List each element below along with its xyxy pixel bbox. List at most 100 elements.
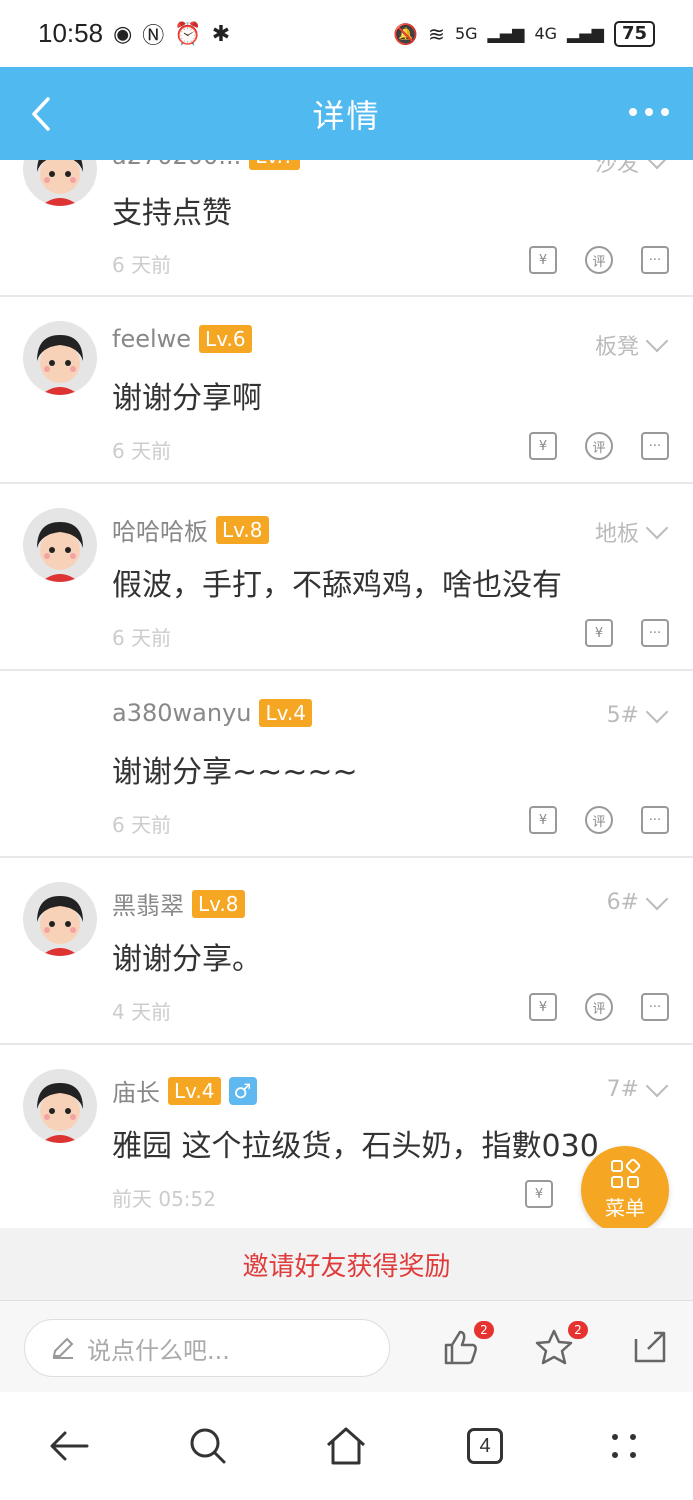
floor-label[interactable]: 7# [606, 1074, 669, 1102]
avatar[interactable] [23, 882, 97, 956]
mute-icon: 🔕 [393, 21, 419, 46]
wifi-icon: ≋ [428, 21, 445, 46]
home-icon [327, 1427, 366, 1465]
status-bar: 10:58 ◉ Ⓝ ⏰ ✱ 🔕 ≋ 5G ▂▄▆ 4G ▂▄▆ 75 [0, 0, 693, 67]
more-dot [645, 108, 653, 116]
share-button[interactable] [630, 1327, 670, 1367]
dots-grid-icon [611, 1434, 636, 1458]
comment-item: 哈哈哈板 Lv.8 地板 假波，手打，不舔鸡鸡，啥也没有 6 天前 ¥ ··· [0, 484, 693, 671]
comment-actions: ¥ ··· [585, 619, 669, 647]
reply-icon[interactable]: ··· [641, 806, 669, 834]
level-badge: Lv.8 [192, 889, 245, 918]
avatar-face-icon [37, 522, 83, 582]
avatar[interactable] [23, 508, 97, 582]
reward-icon[interactable]: ¥ [529, 993, 557, 1021]
username[interactable]: 庙长 [112, 1073, 160, 1108]
reward-icon[interactable]: ¥ [585, 619, 613, 647]
floor-label[interactable]: 沙发 [594, 160, 669, 178]
signal-bars-icon: ▂▄▆ [567, 24, 604, 43]
avatar[interactable] [23, 160, 97, 206]
nav-search-button[interactable] [183, 1421, 233, 1471]
reply-icon[interactable]: ··· [641, 432, 669, 460]
rate-icon[interactable]: 评 [585, 993, 613, 1021]
comment-content: 假波，手打，不舔鸡鸡，啥也没有 [112, 568, 562, 603]
username[interactable]: a270200... [112, 160, 241, 170]
username[interactable]: feelwe [112, 325, 191, 353]
username[interactable]: a380wanyu [112, 699, 251, 727]
avatar-face-icon [37, 160, 83, 206]
chevron-down-icon [645, 1074, 669, 1097]
reply-icon[interactable]: ··· [641, 246, 669, 274]
favorite-button[interactable]: 2 [534, 1321, 588, 1367]
level-badge: Lv.4 [259, 699, 312, 727]
like-count-badge: 2 [474, 1321, 494, 1339]
floor-label[interactable]: 6# [606, 887, 669, 915]
avatar-face-icon [37, 896, 83, 956]
reply-icon[interactable]: ··· [641, 619, 669, 647]
signal-4g-label: 4G [534, 24, 558, 43]
favorite-count-badge: 2 [568, 1321, 588, 1339]
comment-item: 黑翡翠 Lv.8 6# 谢谢分享。 4 天前 ¥ 评 ··· [0, 858, 693, 1045]
comment-content: 谢谢分享~~~~~ [112, 755, 358, 790]
reward-icon[interactable]: ¥ [529, 246, 557, 274]
floor-text: 7# [606, 1077, 639, 1102]
alarm-icon: ⏰ [174, 20, 202, 46]
nav-menu-button[interactable] [599, 1421, 649, 1471]
avatar[interactable] [23, 321, 97, 395]
reward-icon[interactable]: ¥ [529, 432, 557, 460]
username[interactable]: 黑翡翠 [112, 886, 184, 921]
reply-icon[interactable]: ··· [641, 993, 669, 1021]
tab-count: 4 [467, 1428, 504, 1464]
comment-item: a270200... Lv.? 沙发 支持点赞 6 天前 ¥ 评 ··· [0, 160, 693, 297]
floor-text: 6# [606, 890, 639, 915]
pencil-icon [52, 1337, 74, 1359]
avatar[interactable] [23, 1069, 97, 1143]
avatar-face-icon [37, 1083, 83, 1143]
comment-time: 4 天前 [112, 1000, 172, 1024]
more-button[interactable] [629, 97, 669, 127]
comment-input[interactable]: 说点什么吧... [24, 1319, 390, 1377]
comment-actions: ¥ [525, 1180, 553, 1208]
floor-label[interactable]: 地板 [595, 516, 669, 548]
rate-icon[interactable]: 评 [585, 432, 613, 460]
menu-fab-button[interactable]: 菜单 [581, 1146, 669, 1234]
grid-cell [611, 1175, 623, 1188]
reward-icon[interactable]: ¥ [529, 806, 557, 834]
share-icon [634, 1331, 666, 1363]
username-row: feelwe Lv.6 [112, 325, 252, 353]
floor-label[interactable]: 板凳 [594, 329, 669, 361]
nav-tabs-button[interactable]: 4 [460, 1421, 510, 1471]
invite-banner[interactable]: 邀请好友获得奖励 [0, 1228, 693, 1300]
back-button[interactable] [22, 89, 62, 139]
bluetooth-icon: ✱ [211, 20, 231, 46]
nav-back-button[interactable] [44, 1421, 94, 1471]
nav-home-button[interactable] [321, 1421, 371, 1471]
battery-indicator: 75 [613, 20, 655, 47]
app-header: 详情 [0, 67, 693, 160]
floor-text: 沙发 [594, 160, 639, 177]
chevron-down-icon [645, 329, 669, 353]
comment-placeholder: 说点什么吧... [87, 1336, 230, 1365]
menu-fab-label: 菜单 [605, 1195, 645, 1220]
floor-label[interactable]: 5# [607, 700, 669, 728]
grid-cell [624, 1157, 642, 1174]
comment-time: 6 天前 [112, 626, 172, 650]
comment-time: 6 天前 [112, 439, 172, 463]
username[interactable]: 哈哈哈板 [112, 512, 208, 547]
comment-feed[interactable]: a270200... Lv.? 沙发 支持点赞 6 天前 ¥ 评 ··· fee… [0, 160, 693, 1228]
level-badge: Lv.6 [199, 325, 252, 353]
like-button[interactable]: 2 [440, 1321, 494, 1367]
status-left: 10:58 ◉ Ⓝ ⏰ ✱ [38, 18, 230, 50]
rate-icon[interactable]: 评 [585, 806, 613, 834]
male-icon: ♂ [228, 1076, 257, 1105]
chevron-down-icon [645, 516, 669, 540]
floor-text: 板凳 [594, 335, 639, 360]
grid-cell [627, 1175, 639, 1188]
reward-icon[interactable]: ¥ [525, 1180, 553, 1208]
comment-actions: ¥ 评 ··· [529, 432, 669, 460]
arrow-left-icon [50, 1431, 89, 1461]
comment-bar: 说点什么吧... 2 2 [0, 1300, 693, 1392]
rate-icon[interactable]: 评 [585, 246, 613, 274]
chevron-down-icon [645, 887, 669, 910]
comment-time: 6 天前 [112, 253, 172, 277]
